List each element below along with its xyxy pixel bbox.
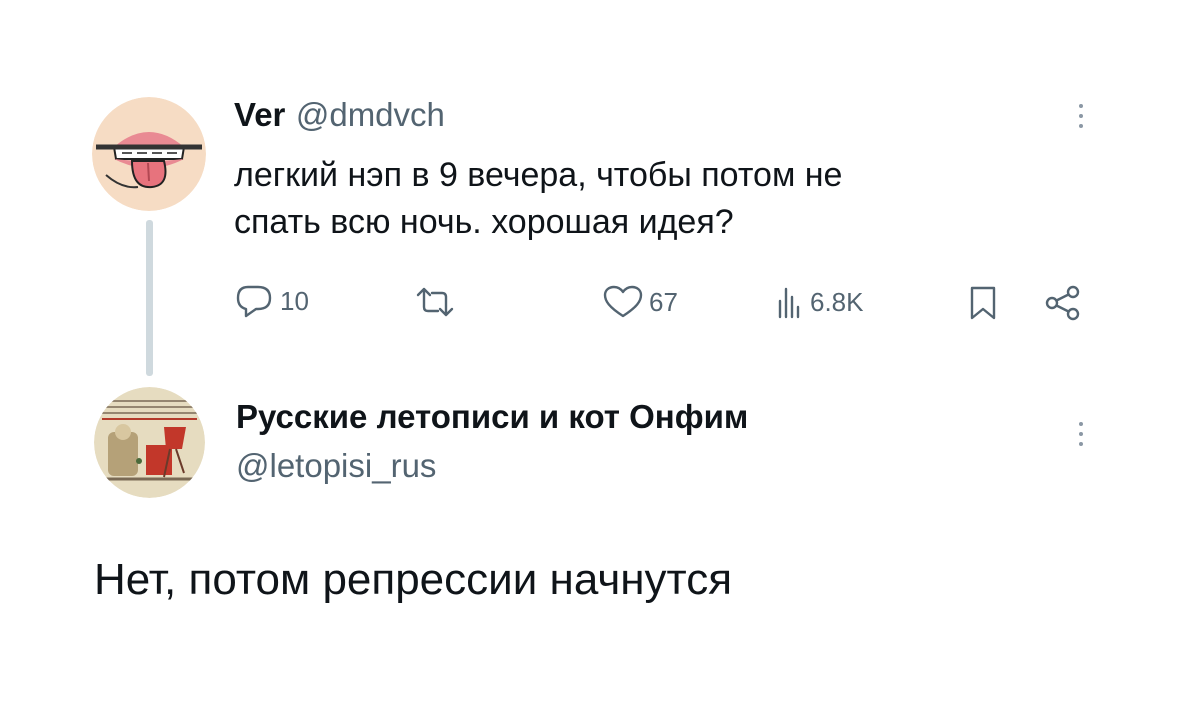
author-handle[interactable]: @dmdvch: [296, 96, 445, 133]
reply-count: 10: [280, 285, 309, 316]
avatar-letopisi[interactable]: [94, 387, 205, 498]
thread-connector-line: [146, 220, 153, 376]
reply-author-name[interactable]: Русские летописи и кот Онфим: [236, 398, 748, 436]
tweet-text-line-2: спать всю ночь. хорошая идея?: [234, 203, 734, 241]
views-count: 6.8K: [810, 286, 864, 317]
views-button[interactable]: 6.8K: [776, 285, 864, 319]
chronicle-miniature-avatar-image: [94, 387, 205, 498]
reply-button[interactable]: 10: [234, 283, 309, 319]
reply-author-handle[interactable]: @letopisi_rus: [236, 447, 748, 485]
tweet-text: легкий нэп в 9 вечера, чтобы потом не сп…: [234, 152, 1054, 246]
heart-icon: [603, 285, 643, 318]
author-name[interactable]: Ver: [234, 96, 285, 133]
bookmark-button[interactable]: [967, 285, 999, 326]
avatar-ver[interactable]: [92, 97, 206, 211]
tweet-text-line-1: легкий нэп в 9 вечера, чтобы потом не: [234, 156, 843, 194]
bar-chart-icon: [778, 287, 800, 319]
reply-header: Русские летописи и кот Онфим @letopisi_r…: [236, 398, 748, 485]
retweet-button[interactable]: [414, 285, 462, 319]
bookmark-icon: [970, 286, 996, 320]
retweet-icon: [416, 287, 454, 317]
like-count: 67: [649, 286, 678, 317]
share-button[interactable]: [1043, 285, 1083, 326]
reply-text: Нет, потом репрессии начнутся: [94, 555, 733, 604]
tweet-header: Ver @dmdvch: [234, 96, 445, 134]
reply-more-options-icon[interactable]: [1079, 422, 1083, 446]
speech-bubble-icon: [236, 285, 272, 318]
more-options-icon[interactable]: [1079, 104, 1083, 128]
share-icon: [1045, 285, 1080, 321]
like-button[interactable]: 67: [603, 285, 678, 319]
mouth-avatar-image: [92, 97, 206, 211]
